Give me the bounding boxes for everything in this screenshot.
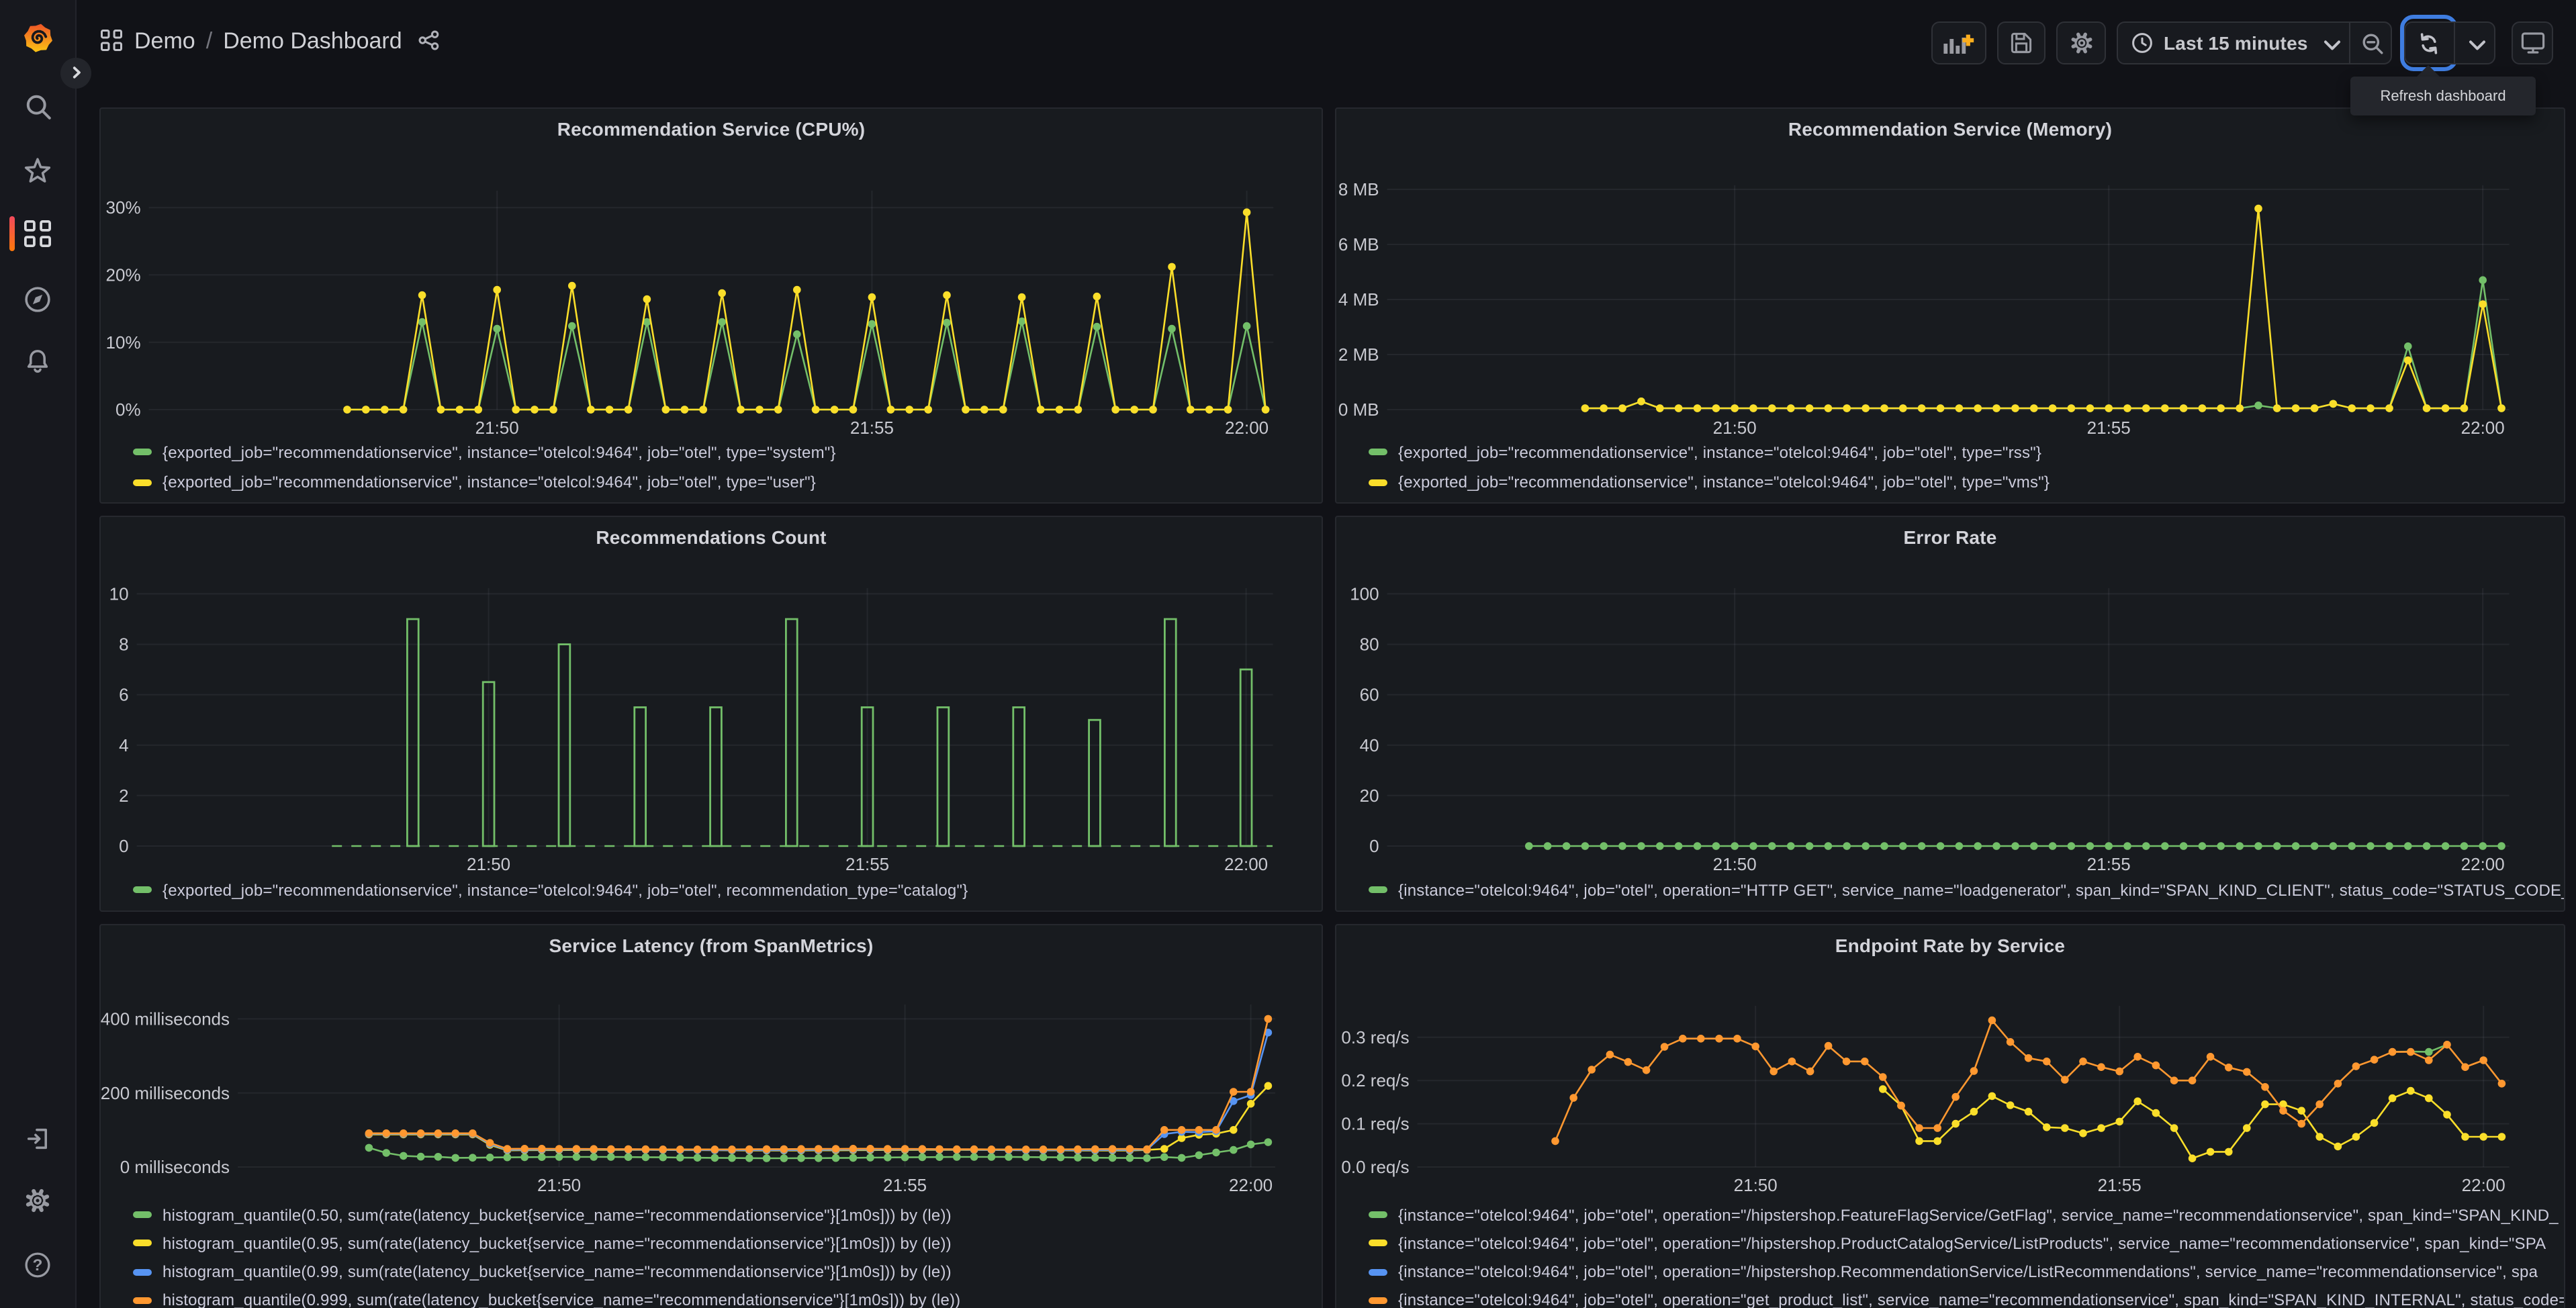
svg-text:21:50: 21:50 bbox=[1734, 1175, 1778, 1195]
svg-text:0.0 req/s: 0.0 req/s bbox=[1341, 1157, 1409, 1177]
svg-text:0 MB: 0 MB bbox=[1338, 400, 1379, 420]
svg-text:21:55: 21:55 bbox=[2087, 854, 2131, 874]
svg-text:4 MB: 4 MB bbox=[1338, 289, 1379, 310]
svg-text:21:55: 21:55 bbox=[850, 418, 894, 438]
svg-text:40: 40 bbox=[1360, 735, 1379, 755]
svg-text:22:00: 22:00 bbox=[1225, 418, 1269, 438]
svg-text:2: 2 bbox=[119, 786, 128, 806]
svg-text:8 MB: 8 MB bbox=[1338, 179, 1379, 199]
svg-text:21:55: 21:55 bbox=[845, 854, 889, 874]
svg-text:0: 0 bbox=[1369, 836, 1379, 856]
svg-text:8: 8 bbox=[119, 635, 128, 655]
svg-text:21:55: 21:55 bbox=[2087, 418, 2131, 438]
svg-text:4: 4 bbox=[119, 735, 128, 755]
svg-text:20%: 20% bbox=[106, 265, 141, 285]
svg-text:21:50: 21:50 bbox=[537, 1175, 581, 1195]
svg-text:6: 6 bbox=[119, 685, 128, 705]
svg-text:21:50: 21:50 bbox=[467, 854, 510, 874]
svg-text:200 milliseconds: 200 milliseconds bbox=[101, 1083, 230, 1103]
svg-text:20: 20 bbox=[1360, 786, 1379, 806]
svg-text:80: 80 bbox=[1360, 635, 1379, 655]
svg-text:21:50: 21:50 bbox=[475, 418, 519, 438]
svg-text:60: 60 bbox=[1360, 685, 1379, 705]
svg-text:2 MB: 2 MB bbox=[1338, 344, 1379, 365]
svg-text:22:00: 22:00 bbox=[1224, 854, 1268, 874]
svg-text:400 milliseconds: 400 milliseconds bbox=[101, 1009, 230, 1029]
svg-text:0.3 req/s: 0.3 req/s bbox=[1341, 1027, 1409, 1047]
svg-text:0 milliseconds: 0 milliseconds bbox=[120, 1157, 230, 1177]
svg-text:22:00: 22:00 bbox=[2462, 1175, 2505, 1195]
svg-text:22:00: 22:00 bbox=[1229, 1175, 1273, 1195]
svg-text:0%: 0% bbox=[116, 400, 141, 420]
svg-text:21:50: 21:50 bbox=[1713, 854, 1757, 874]
svg-text:21:55: 21:55 bbox=[2098, 1175, 2142, 1195]
svg-text:22:00: 22:00 bbox=[2461, 418, 2505, 438]
svg-text:0: 0 bbox=[119, 836, 128, 856]
svg-text:0.1 req/s: 0.1 req/s bbox=[1341, 1114, 1409, 1134]
svg-text:30%: 30% bbox=[106, 197, 141, 218]
svg-text:10: 10 bbox=[109, 583, 129, 604]
svg-text:100: 100 bbox=[1350, 583, 1379, 604]
svg-text:10%: 10% bbox=[106, 332, 141, 353]
svg-text:22:00: 22:00 bbox=[2461, 854, 2505, 874]
svg-text:?: ? bbox=[33, 1256, 43, 1274]
svg-text:0.2 req/s: 0.2 req/s bbox=[1341, 1070, 1409, 1090]
svg-text:21:50: 21:50 bbox=[1713, 418, 1757, 438]
svg-text:21:55: 21:55 bbox=[883, 1175, 927, 1195]
svg-text:6 MB: 6 MB bbox=[1338, 234, 1379, 254]
